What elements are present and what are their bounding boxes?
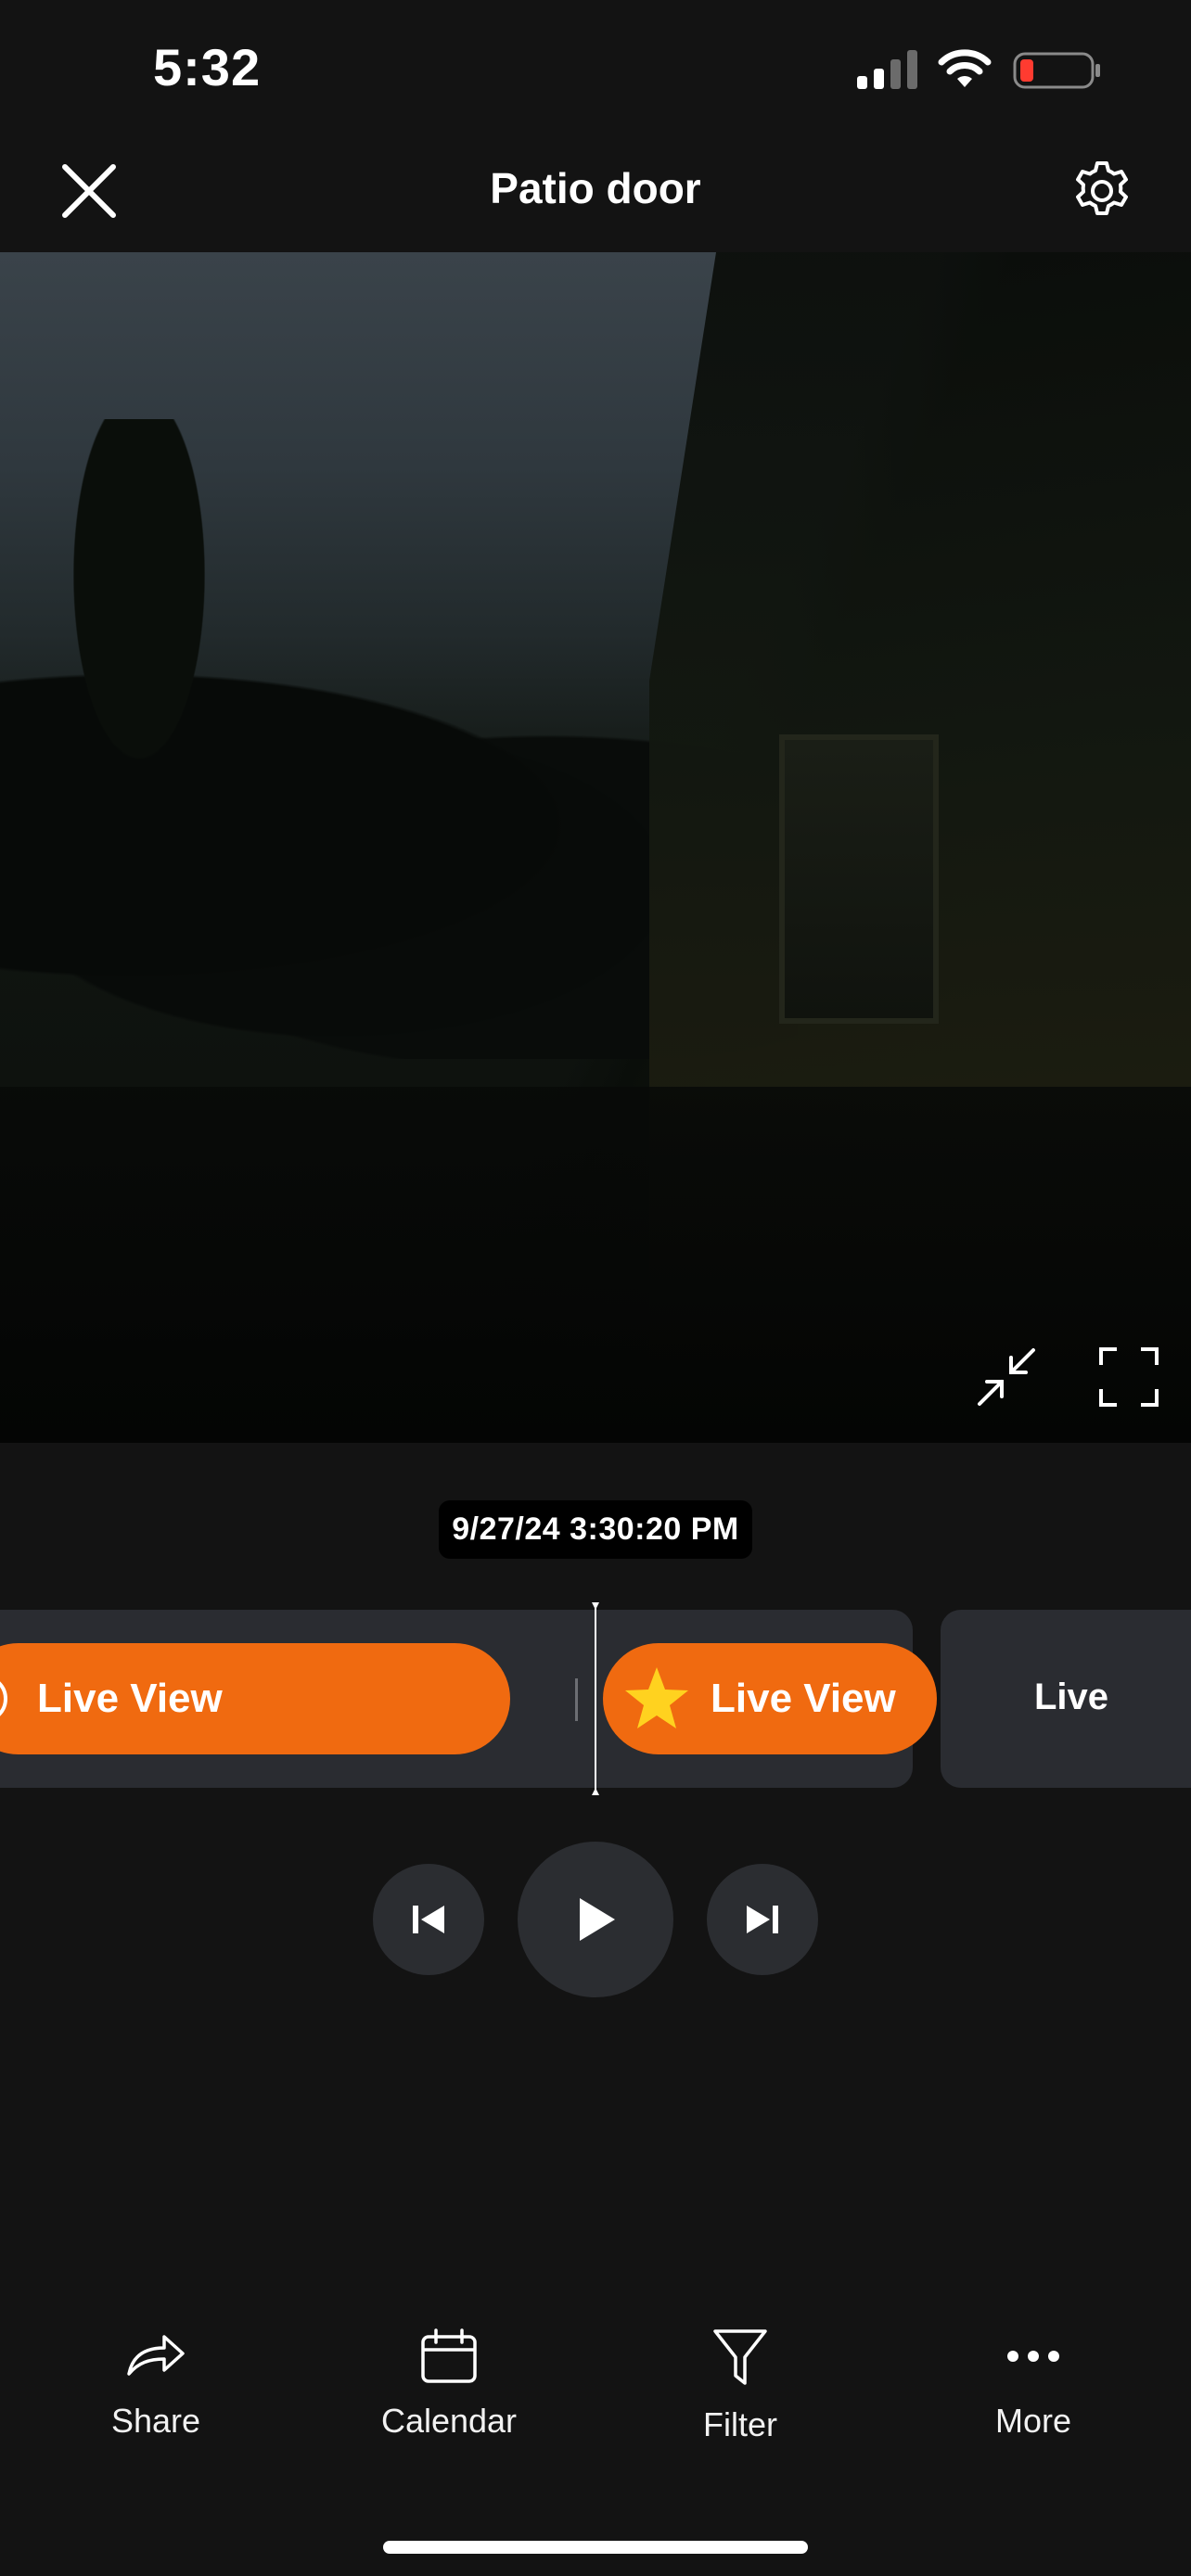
timestamp-text: 9/27/24 3:30:20 PM	[439, 1500, 752, 1559]
nav-label: Calendar	[380, 2402, 518, 2440]
previous-event-button[interactable]	[373, 1864, 484, 1975]
nav-more[interactable]: More	[941, 2327, 1126, 2441]
nav-filter[interactable]: Filter	[647, 2327, 833, 2444]
battery-icon	[1013, 52, 1100, 89]
timeline-event-label: Live View	[37, 1676, 223, 1721]
timestamp-label: 9/27/24 3:30:20 PM	[0, 1500, 1191, 1559]
timeline-playhead[interactable]	[592, 1602, 599, 1795]
filter-icon	[713, 2329, 767, 2385]
gear-icon[interactable]	[1069, 158, 1135, 224]
share-icon	[127, 2335, 185, 2376]
status-time: 5:32	[153, 38, 262, 96]
timeline-event-label: Live	[1033, 1677, 1109, 1717]
minimize-icon[interactable]	[974, 1345, 1039, 1409]
timeline-divider	[575, 1678, 578, 1721]
home-indicator[interactable]	[383, 2541, 808, 2554]
motion-icon	[0, 1681, 7, 1716]
video-scene-tree	[56, 419, 223, 809]
page-title: Patio door	[490, 164, 701, 212]
more-icon	[1007, 2351, 1059, 2362]
timeline-event-live-view-starred[interactable]: Live View	[603, 1643, 937, 1754]
nav-share[interactable]: Share	[63, 2327, 249, 2441]
timeline-event-live-view[interactable]: Live View	[0, 1643, 510, 1754]
nav-label: More	[994, 2402, 1072, 2440]
next-event-button[interactable]	[707, 1864, 818, 1975]
video-scene-window	[779, 734, 939, 1024]
star-icon	[625, 1667, 688, 1728]
skip-next-icon	[747, 1906, 778, 1933]
camera-video-view[interactable]	[0, 252, 1191, 1443]
play-button[interactable]	[518, 1842, 673, 1997]
nav-label: Share	[110, 2402, 201, 2440]
calendar-icon	[421, 2328, 477, 2383]
wifi-icon	[938, 49, 992, 87]
cellular-signal-icon	[857, 50, 917, 89]
skip-previous-icon	[413, 1906, 444, 1933]
fullscreen-icon[interactable]	[1098, 1346, 1159, 1408]
play-icon	[580, 1898, 615, 1941]
timeline-card-live[interactable]: Live	[941, 1610, 1191, 1788]
timeline-card[interactable]: Live View Live View	[0, 1610, 937, 1788]
nav-label: Filter	[703, 2405, 777, 2443]
timeline-event-label: Live View	[711, 1676, 896, 1721]
nav-calendar[interactable]: Calendar	[356, 2327, 542, 2441]
